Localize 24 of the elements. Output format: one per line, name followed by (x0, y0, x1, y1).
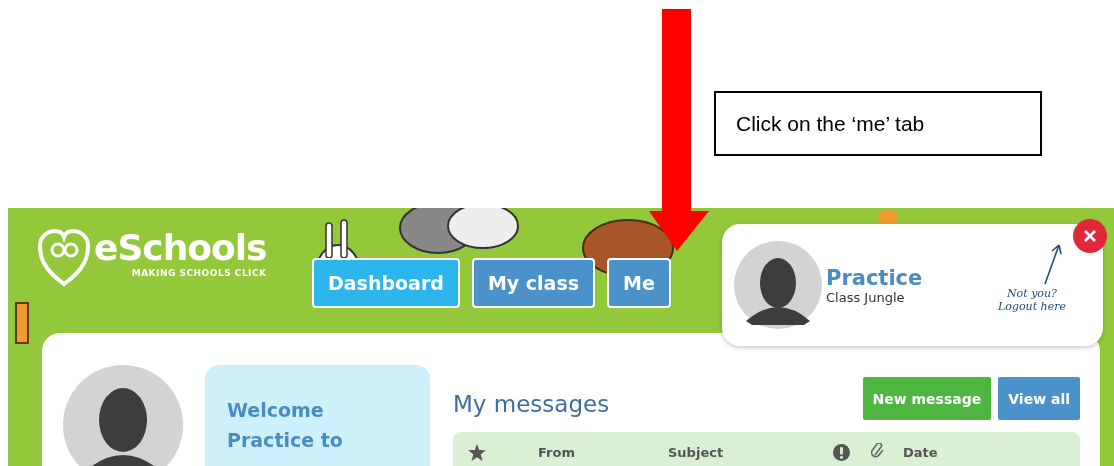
instruction-text: Click on the ‘me’ tab (736, 111, 925, 136)
column-header: Subject (668, 444, 724, 460)
logout-hint: Logout here (998, 300, 1066, 313)
profile-name: Practice (826, 265, 924, 290)
message-button[interactable]: View all (998, 377, 1080, 420)
logo-tagline: MAKING SCHOOLS CLICK (131, 268, 267, 278)
profile-class: Class Jungle (826, 289, 906, 305)
nav-tab[interactable]: Me (607, 258, 671, 308)
messages-title: My messages (453, 391, 610, 417)
column-header: From (538, 444, 575, 460)
heart-logo-icon (38, 228, 90, 288)
star-icon (468, 443, 486, 461)
message-button[interactable]: New message (862, 377, 992, 420)
nav-tab[interactable]: Dashboard (312, 258, 460, 308)
column-header: Date (903, 444, 938, 460)
logo-wordmark: eSchools (94, 228, 267, 268)
logout-hint: Not you? (1007, 287, 1057, 300)
nav-tab[interactable]: My class (471, 258, 595, 308)
avatar-silhouette-icon (63, 365, 183, 466)
close-icon (1084, 230, 1096, 242)
avatar-silhouette-icon (734, 241, 822, 329)
exclamation-icon (833, 443, 850, 461)
hint-arrow-icon (1041, 241, 1064, 285)
welcome-message: Welcome Practice to (227, 398, 344, 453)
